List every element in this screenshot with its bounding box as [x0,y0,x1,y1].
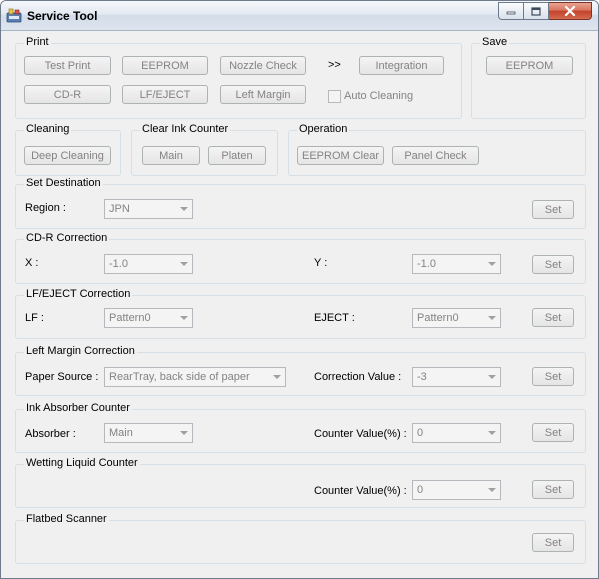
wetting-set-button[interactable]: Set [532,480,574,499]
chevron-down-icon [483,481,500,499]
paper-source-value: RearTray, back side of paper [109,371,250,383]
cdr-y-value: -1.0 [417,258,436,270]
wetting-counter-label: Counter Value(%) : [314,485,407,497]
nozzle-check-button[interactable]: Nozzle Check [220,56,306,75]
paper-source-label: Paper Source : [25,371,99,383]
panel-check-button[interactable]: Panel Check [392,146,479,165]
correction-value-select[interactable]: -3 [412,367,501,387]
clear-ink-platen-button[interactable]: Platen [208,146,266,165]
cdr-y-label: Y : [314,257,328,269]
cdr-x-label: X : [25,257,39,269]
cdr-print-button[interactable]: CD-R [24,85,111,104]
lf-label: LF : [25,312,44,324]
chevron-down-icon [175,255,192,273]
clear-ink-counter-label: Clear Ink Counter [140,123,231,135]
eject-value: Pattern0 [417,312,459,324]
cdr-y-select[interactable]: -1.0 [412,254,501,274]
service-tool-window: Service Tool Print Test Print EEPROM Noz… [0,0,599,579]
integration-button[interactable]: Integration [359,56,444,75]
wetting-counter-select[interactable]: 0 [412,480,501,500]
save-group [471,43,586,119]
chevron-down-icon [175,424,192,442]
client-area: Print Test Print EEPROM Nozzle Check >> … [7,31,592,572]
cdr-correction-set-button[interactable]: Set [532,255,574,274]
set-destination-label: Set Destination [24,177,103,189]
save-group-label: Save [480,36,510,48]
window-title: Service Tool [27,9,98,23]
absorber-counter-select[interactable]: 0 [412,423,501,443]
absorber-label: Absorber : [25,428,76,440]
app-icon [6,8,22,23]
region-value: JPN [109,203,130,215]
test-print-button[interactable]: Test Print [24,56,111,75]
flatbed-set-button[interactable]: Set [532,533,574,552]
eject-select[interactable]: Pattern0 [412,308,501,328]
region-select[interactable]: JPN [104,199,193,219]
cleaning-group-label: Cleaning [24,123,72,135]
eeprom-print-button[interactable]: EEPROM [122,56,208,75]
close-icon [564,6,576,16]
close-button[interactable] [549,2,592,20]
left-margin-correction-label: Left Margin Correction [24,345,137,357]
window-controls [498,2,592,20]
minimize-icon [506,11,516,15]
chevron-down-icon [483,424,500,442]
set-destination-set-button[interactable]: Set [532,200,574,219]
chevron-down-icon [175,200,192,218]
lf-select[interactable]: Pattern0 [104,308,193,328]
operation-group-label: Operation [297,123,350,135]
cdr-correction-label: CD-R Correction [24,232,110,244]
wetting-counter-value: 0 [417,484,424,496]
eeprom-clear-button[interactable]: EEPROM Clear [297,146,384,165]
print-group [15,43,462,119]
chevron-down-icon [268,368,285,386]
title-bar[interactable]: Service Tool [1,1,598,31]
lf-value: Pattern0 [109,312,151,324]
left-margin-print-button[interactable]: Left Margin [220,85,306,104]
chevron-down-icon [483,309,500,327]
clear-ink-main-button[interactable]: Main [142,146,200,165]
lf-eject-correction-label: LF/EJECT Correction [24,288,133,300]
wetting-liquid-label: Wetting Liquid Counter [24,457,140,469]
flatbed-scanner-label: Flatbed Scanner [24,513,109,525]
print-group-label: Print [24,36,51,48]
cdr-x-value: -1.0 [109,258,128,270]
correction-value: -3 [417,371,427,383]
set-destination-group [15,184,586,229]
absorber-counter-label: Counter Value(%) : [314,428,407,440]
chevron-down-icon [175,309,192,327]
save-eeprom-button[interactable]: EEPROM [486,56,573,75]
cdr-x-select[interactable]: -1.0 [104,254,193,274]
ink-absorber-label: Ink Absorber Counter [24,402,132,414]
maximize-button[interactable] [524,2,549,20]
absorber-counter-value: 0 [417,427,424,439]
correction-value-label: Correction Value : [314,371,402,383]
flatbed-scanner-group [15,520,586,564]
deep-cleaning-button[interactable]: Deep Cleaning [24,146,111,165]
lf-eject-set-button[interactable]: Set [532,308,574,327]
lf-eject-print-button[interactable]: LF/EJECT [122,85,208,104]
eject-label: EJECT : [314,312,355,324]
maximize-icon [531,6,541,16]
auto-cleaning-label: Auto Cleaning [344,90,414,102]
auto-cleaning-checkbox[interactable] [328,90,341,103]
absorber-value: Main [109,427,133,439]
more-indicator: >> [328,59,341,71]
absorber-select[interactable]: Main [104,423,193,443]
left-margin-set-button[interactable]: Set [532,367,574,386]
region-label: Region : [25,202,66,214]
chevron-down-icon [483,255,500,273]
ink-absorber-set-button[interactable]: Set [532,423,574,442]
chevron-down-icon [483,368,500,386]
paper-source-select[interactable]: RearTray, back side of paper [104,367,286,387]
minimize-button[interactable] [498,2,524,20]
